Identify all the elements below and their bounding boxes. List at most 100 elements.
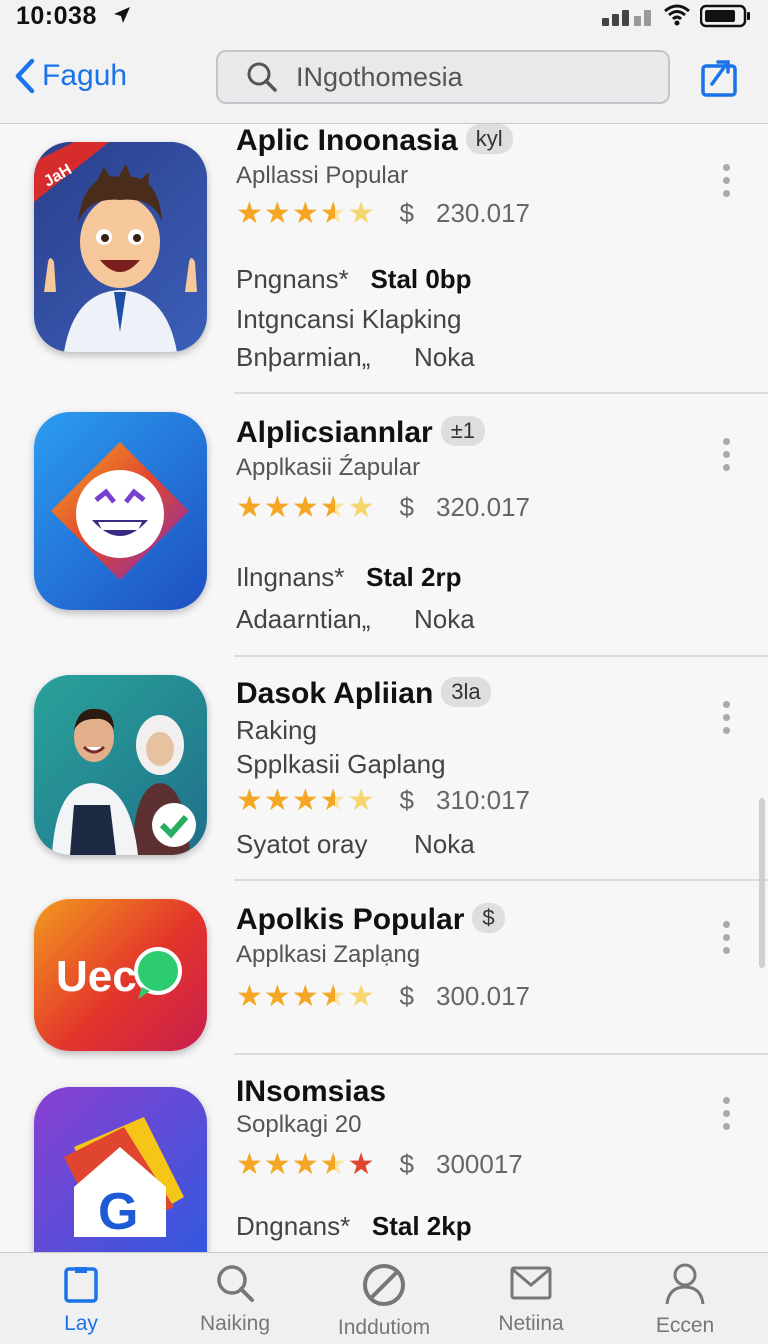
price: 300.017 [436,981,530,1011]
icon-logo-text: Uec [56,952,137,1001]
rating-row: ★ ★ ★ ★ ★ $300017 [236,1147,523,1181]
info-line: Intgncansi Klapking [236,304,462,334]
today-clipboard-icon [64,1267,98,1303]
app-list[interactable]: JaH Aplic Inoonasia kyl Apllassi Popular … [0,124,768,1252]
app-icon[interactable] [34,675,207,855]
price-symbol: $ [399,1149,414,1179]
info-value: Stal 2kp [371,1211,472,1241]
chevron-left-icon [15,58,35,94]
app-icon[interactable]: Uec [34,899,207,1051]
list-item[interactable]: G INsomsias Soplkagi 20 ★ ★ ★ ★ ★ $300017 Dn… [0,1055,768,1252]
price-symbol: $ [399,198,414,228]
app-icon[interactable]: JaH [34,142,207,352]
price-symbol: $ [399,981,414,1011]
app-badge: 3la [441,677,491,707]
mail-icon [510,1266,552,1300]
tab-messages[interactable]: Netiina [456,1263,606,1336]
rating-row: ★ ★ ★ ★ ★ $310:017 [236,783,530,817]
price-symbol: $ [399,492,414,522]
info-label: Pngnans* [236,264,349,294]
icon-logo-text: G [98,1183,138,1241]
app-title: Apolkis Popular [236,903,465,936]
list-item[interactable]: Alplicsiannlar ±1 Applkasii Źapular ★ ★ ★ ★ ★… [0,394,768,657]
person-icon [665,1263,705,1305]
app-title: Alplicsiannlar [236,416,433,449]
list-item[interactable]: JaH Aplic Inoonasia kyl Apllassi Popular … [0,124,768,394]
star-half-icon: ★ [319,196,347,230]
info-value: Noka [414,342,475,372]
more-options-icon[interactable] [723,701,733,740]
wifi-icon [664,4,690,26]
tab-label: Netiina [498,1312,564,1335]
tab-label: Lay [64,1312,98,1335]
tab-label: Naiking [199,1312,271,1335]
info-value: Stal 0bp [370,264,472,294]
back-button[interactable]: Faguh [14,56,127,96]
people-photo-icon [52,708,196,855]
app-badge: ±1 [440,416,486,446]
more-options-icon[interactable] [723,921,733,960]
app-subtitle: Raking [236,715,317,745]
price-symbol: $ [399,785,414,815]
search-icon [247,62,277,92]
smiley-diamond-icon [51,442,189,580]
battery-icon [700,4,750,28]
app-icon[interactable]: G [34,1087,207,1252]
search-field[interactable]: INgothomesia [216,50,670,104]
search-input[interactable]: INgothomesia [296,62,463,93]
tab-ranking[interactable]: Naiking [160,1263,310,1336]
app-title: Aplic Inoonasia [236,124,458,157]
status-time: 10:038 [16,2,97,30]
more-options-icon[interactable] [723,438,733,477]
tab-account[interactable]: Eccen [610,1263,760,1338]
app-subtitle: Apllassi Popular [236,162,409,189]
list-item[interactable]: Dasok Apliian 3la Raking Spplkasii Gaplan… [0,657,768,881]
app-title: INsomsias [236,1075,387,1108]
status-bar: 10:038 [0,0,768,34]
app-subtitle: Soplkagi 20 [236,1111,362,1138]
share-icon[interactable] [700,56,738,98]
rating-row: ★ ★ ★ ★ ★ $230.017 [236,198,530,229]
scrollbar[interactable] [759,798,765,968]
star-icon: ★ [263,196,291,230]
info-value: Noka [414,604,475,634]
price: 320.017 [436,492,530,522]
signal-icon [602,10,651,26]
more-options-icon[interactable] [723,164,733,203]
more-options-icon[interactable] [723,1097,733,1136]
price: 230.017 [436,198,530,228]
tab-bar: Lay Naiking Inddutiom Netiina Eccen [0,1252,768,1344]
tab-induction[interactable]: Inddutiom [309,1263,459,1340]
location-arrow-icon [114,7,130,23]
prohibited-icon [363,1264,405,1306]
info-value: Noka [414,829,475,859]
info-label: Syatot oray [236,829,368,859]
tab-today[interactable]: Lay [6,1263,156,1336]
price: 300017 [436,1149,523,1179]
info-value: Stal 2rp [366,562,462,592]
tab-label: Inddutiom [337,1316,431,1339]
price: 310:017 [436,785,530,815]
rating-row: ★ ★ ★ ★ ★ $320.017 [236,490,530,524]
list-item[interactable]: Uec Apolkis Popular $ Applkasi Zaplạng ★ ★… [0,881,768,1055]
tab-label: Eccen [655,1314,715,1337]
search-icon [217,1265,254,1302]
cartoon-man-icon: JaH [34,142,197,352]
g-logo-icon: G [64,1117,184,1241]
nav-bar: Faguh INgothomesia [0,34,768,124]
chat-bubble-logo-icon: Uec [56,947,182,1001]
app-subtitle: Applkasii Źapular [236,454,421,481]
info-label: Dngnans* [236,1211,351,1241]
star-icon: ★ [236,196,263,230]
star-empty-icon: ★ [347,196,375,230]
star-icon: ★ [291,196,319,230]
app-icon[interactable] [34,412,207,610]
app-subtitle: Applkasi Zaplạng [236,941,421,968]
rating-row: ★ ★ ★ ★ ★ $300.017 [236,979,530,1013]
info-label: Adaarntian„ [236,604,371,634]
back-label: Faguh [42,59,128,92]
app-badge: $ [472,903,505,933]
info-label: Bnþarmian„ [236,342,371,372]
app-title: Dasok Apliian [236,677,434,710]
app-subtitle-2: Spplkasii Gaplang [236,749,446,779]
